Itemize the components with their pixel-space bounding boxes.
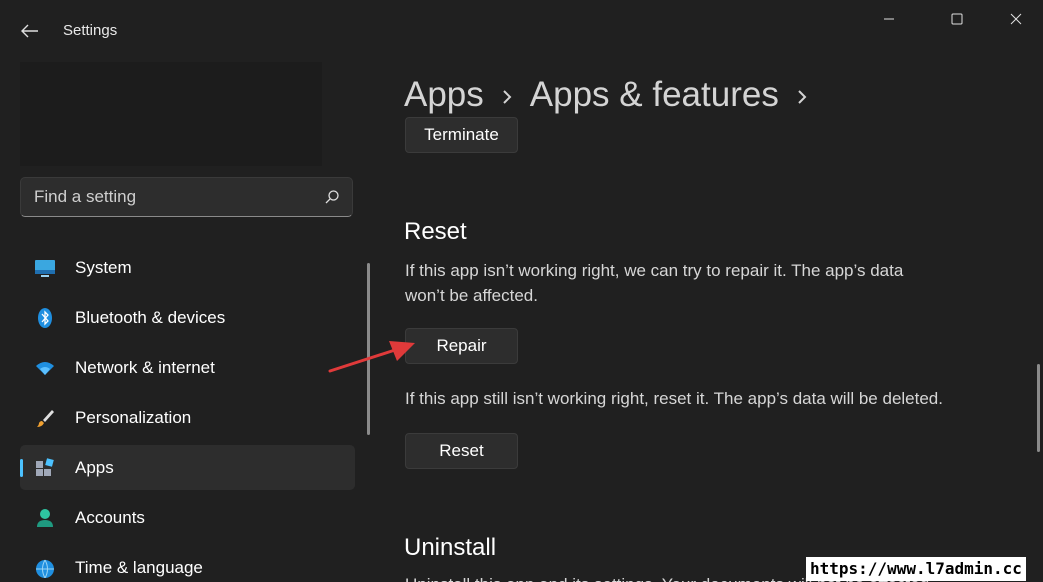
brush-icon bbox=[37, 410, 54, 427]
chevron-right-icon bbox=[779, 75, 825, 115]
wifi-icon bbox=[36, 362, 54, 375]
sidebar-item-label: System bbox=[75, 257, 132, 277]
search-box[interactable] bbox=[20, 177, 353, 217]
sidebar-nav: System Bluetooth & devices Network & int… bbox=[20, 245, 355, 582]
search-input[interactable] bbox=[21, 178, 311, 216]
sidebar-item-label: Bluetooth & devices bbox=[75, 307, 226, 327]
sidebar-item-system[interactable]: System bbox=[20, 245, 355, 290]
bluetooth-icon bbox=[38, 308, 52, 328]
terminate-button[interactable]: Terminate bbox=[405, 117, 518, 153]
maximize-button[interactable] bbox=[934, 0, 980, 38]
active-indicator bbox=[20, 459, 23, 477]
reset-button[interactable]: Reset bbox=[405, 433, 518, 469]
maximize-icon bbox=[951, 13, 963, 25]
minimize-icon bbox=[884, 18, 894, 20]
close-button[interactable] bbox=[993, 0, 1039, 38]
sidebar-item-accounts[interactable]: Accounts bbox=[20, 495, 355, 540]
back-button[interactable] bbox=[14, 16, 46, 46]
sidebar-item-label: Apps bbox=[75, 457, 114, 477]
close-icon bbox=[1010, 13, 1022, 25]
sidebar-item-apps[interactable]: Apps bbox=[20, 445, 355, 490]
breadcrumb-item-apps-features[interactable]: Apps & features bbox=[530, 75, 779, 115]
sidebar-item-label: Time & language bbox=[75, 557, 203, 577]
search-icon[interactable] bbox=[324, 189, 340, 205]
sidebar-item-label: Network & internet bbox=[75, 357, 215, 377]
chevron-right-icon bbox=[484, 75, 530, 115]
reset-section-title: Reset bbox=[404, 218, 467, 245]
repair-button[interactable]: Repair bbox=[405, 328, 518, 364]
watermark-text: https://www.l7admin.cc bbox=[806, 557, 1026, 581]
uninstall-section-title: Uninstall bbox=[404, 534, 497, 561]
app-title: Settings bbox=[63, 22, 118, 39]
settings-window: Settings Find a setting System Bluetooth… bbox=[0, 0, 1043, 582]
sidebar-item-label: Personalization bbox=[75, 407, 192, 427]
sidebar-item-bluetooth[interactable]: Bluetooth & devices bbox=[20, 295, 355, 340]
profile-area bbox=[20, 62, 322, 166]
reset-description: If this app still isn’t working right, r… bbox=[405, 389, 943, 408]
sidebar-item-time-language[interactable]: Time & language bbox=[20, 545, 355, 582]
back-arrow-icon bbox=[21, 24, 38, 38]
sidebar-item-network[interactable]: Network & internet bbox=[20, 345, 355, 390]
main-scrollbar[interactable] bbox=[1037, 364, 1040, 452]
sidebar-item-personalization[interactable]: Personalization bbox=[20, 395, 355, 440]
apps-icon bbox=[36, 458, 54, 476]
sidebar-item-label: Accounts bbox=[75, 507, 145, 527]
monitor-icon bbox=[35, 260, 55, 277]
title-bar: Settings bbox=[0, 0, 1043, 60]
annotation-arrow-icon bbox=[328, 341, 415, 373]
breadcrumb-item-apps[interactable]: Apps bbox=[404, 75, 484, 115]
globe-icon bbox=[36, 559, 54, 578]
minimize-button[interactable] bbox=[866, 0, 912, 38]
person-icon bbox=[37, 509, 53, 527]
breadcrumb: Apps Apps & features bbox=[404, 72, 825, 118]
repair-description: If this app isn’t working right, we can … bbox=[405, 261, 904, 305]
